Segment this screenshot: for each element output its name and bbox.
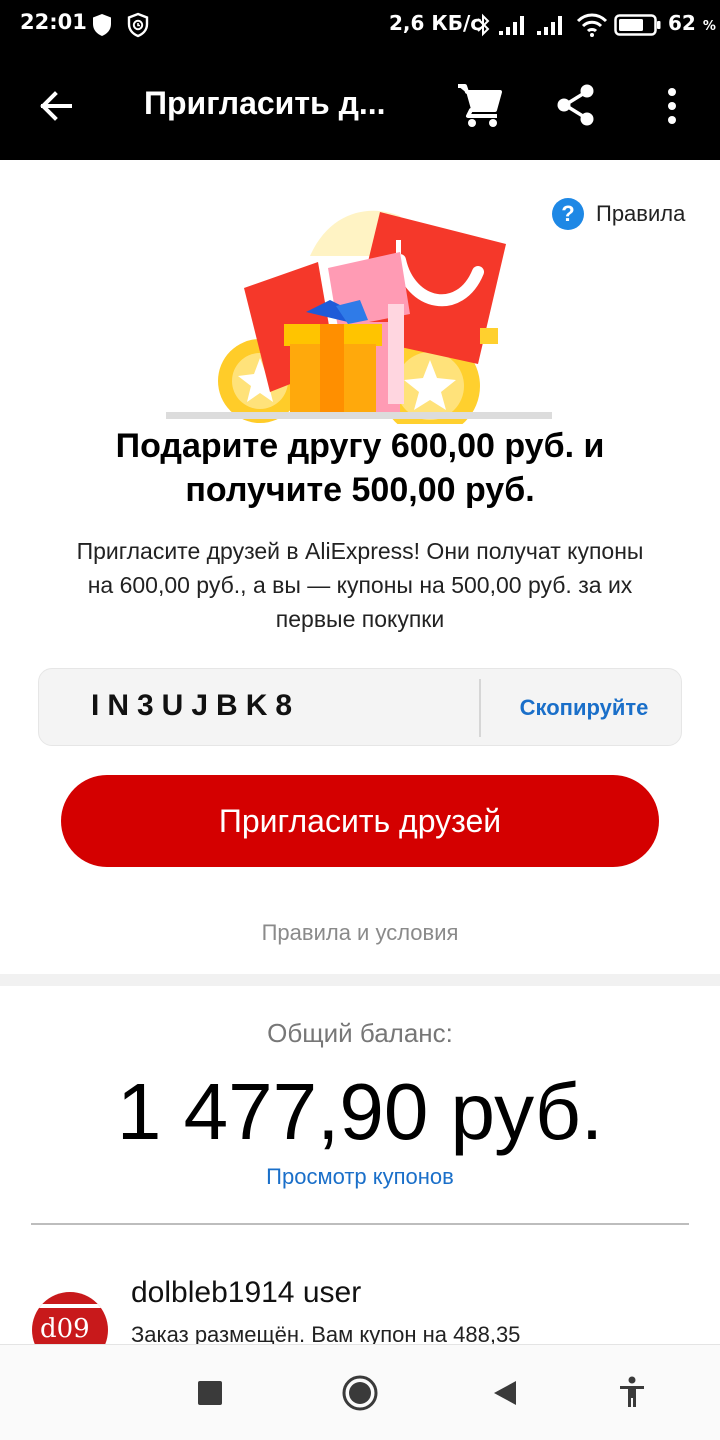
headline-line: Подарите другу 600,00 руб. и xyxy=(115,427,605,465)
system-nav-bar xyxy=(0,1344,720,1440)
app-bar: Пригласить д... xyxy=(0,52,720,160)
signal-icon xyxy=(499,16,524,35)
copy-code-button[interactable]: Скопируйте xyxy=(485,669,683,747)
rules-link[interactable]: ? Правила xyxy=(552,196,685,232)
description-line: Пригласите друзей в AliExpress! Они полу… xyxy=(76,538,644,564)
avatar-band xyxy=(32,1304,108,1308)
wifi-icon xyxy=(576,13,608,37)
accessibility-icon[interactable] xyxy=(618,1376,646,1408)
divider xyxy=(479,679,481,737)
status-bar: 22:01 2,6 КБ/с 62 % xyxy=(0,0,720,52)
network-speed: 2,6 КБ/с xyxy=(389,11,483,35)
rules-link-label: Правила xyxy=(596,201,686,226)
divider xyxy=(31,1223,689,1225)
shield-icon xyxy=(93,14,111,36)
avatar-text: d09 xyxy=(40,1314,90,1344)
back-arrow-icon[interactable] xyxy=(36,86,76,126)
description: Пригласите друзей в AliExpress! Они полу… xyxy=(30,534,690,636)
share-icon[interactable] xyxy=(556,84,596,126)
description-line: на 600,00 руб., а вы — купоны на 500,00 … xyxy=(87,572,633,598)
status-time: 22:01 xyxy=(20,10,87,34)
section-divider xyxy=(0,974,720,986)
balance-label: Общий баланс: xyxy=(267,1018,453,1048)
invite-friends-button[interactable]: Пригласить друзей xyxy=(61,775,659,867)
signal-icon xyxy=(537,16,562,35)
balance-value: 1 477,90 руб. xyxy=(116,1067,604,1156)
home-icon[interactable] xyxy=(342,1375,378,1411)
back-triangle-icon[interactable] xyxy=(492,1379,518,1407)
cart-icon[interactable] xyxy=(455,82,503,128)
battery-percent: 62 % xyxy=(668,11,716,35)
gift-illustration xyxy=(166,210,552,424)
invite-code[interactable]: IN3UJBK8 xyxy=(91,689,300,723)
referral-name: dolbleb1914 user xyxy=(131,1276,362,1309)
view-coupons-link[interactable]: Просмотр купонов xyxy=(0,1164,720,1190)
description-line: первые покупки xyxy=(275,606,445,632)
terms-link[interactable]: Правила и условия xyxy=(0,920,720,946)
recent-apps-icon[interactable] xyxy=(198,1381,222,1405)
invite-code-box: IN3UJBK8 Скопируйте xyxy=(38,668,682,746)
headline-line: получите 500,00 руб. xyxy=(185,471,535,509)
headline: Подарите другу 600,00 руб. и получите 50… xyxy=(40,424,680,512)
battery-icon xyxy=(614,14,661,36)
page-title: Пригласить д... xyxy=(144,85,386,121)
more-vert-icon[interactable] xyxy=(660,86,684,126)
shield-clock-icon xyxy=(127,12,149,38)
bluetooth-icon xyxy=(477,13,490,37)
